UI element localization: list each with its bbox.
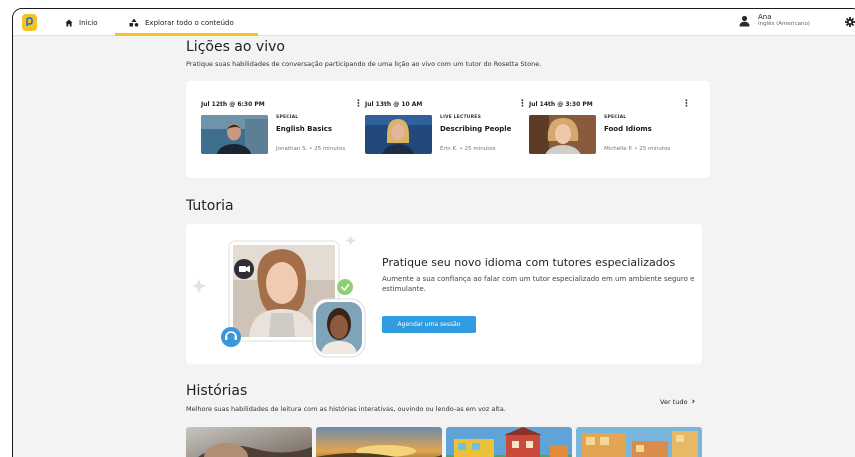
user-info: Ana Inglês (Americano)	[758, 13, 810, 28]
active-tab-indicator	[115, 33, 258, 36]
app-window: Inicio Explorar todo o conteúdo Ana Ingl…	[12, 8, 855, 457]
lesson-tag: SPECIAL	[604, 115, 627, 120]
story-thumbnail-1[interactable]	[186, 427, 312, 457]
lesson-thumbnail	[529, 115, 596, 154]
lesson-card-2[interactable]: Jul 13th @ 10 AM ⋮ LIVE LECTURES Describ…	[365, 99, 527, 171]
nav-explore-label: Explorar todo o conteúdo	[145, 18, 234, 27]
nav-home[interactable]: Inicio	[65, 9, 98, 36]
tutoring-description: Aumente a sua confiança ao falar com um …	[382, 275, 695, 293]
stories-title: Histórias	[186, 383, 248, 399]
tutoring-illustration	[192, 235, 366, 358]
lesson-meta: Jonathan S. • 25 minutos	[276, 146, 346, 152]
lesson-meta: Michelle P. • 25 minutos	[604, 146, 671, 152]
logo-icon	[26, 17, 33, 26]
lesson-name: Food Idioms	[604, 125, 652, 133]
nav-explore[interactable]: Explorar todo o conteúdo	[129, 9, 234, 36]
lesson-tag: LIVE LECTURES	[440, 115, 482, 120]
lesson-card-1[interactable]: Jul 12th @ 6:30 PM ⋮ SPECIAL English Bas…	[201, 99, 363, 171]
tutoring-title: Tutoria	[186, 198, 234, 214]
live-lessons-subtitle: Pratique suas habilidades de conversação…	[186, 60, 542, 68]
user-language: Inglês (Americano)	[758, 21, 810, 27]
explore-shapes-icon	[129, 18, 139, 27]
home-icon	[65, 19, 73, 26]
story-thumbnail-2[interactable]	[316, 427, 442, 457]
lesson-thumbnail	[201, 115, 268, 154]
lesson-name: English Basics	[276, 125, 333, 133]
user-profile[interactable]: Ana Inglês (Americano)	[739, 13, 810, 28]
lesson-date: Jul 14th @ 3:30 PM	[529, 101, 593, 108]
lesson-more-menu-icon[interactable]: ⋮	[682, 99, 691, 109]
stories-subtitle: Melhore suas habilidades de leitura com …	[186, 405, 506, 413]
lesson-more-menu-icon[interactable]: ⋮	[354, 99, 363, 109]
top-bar: Inicio Explorar todo o conteúdo Ana Ingl…	[13, 9, 855, 36]
lesson-more-menu-icon[interactable]: ⋮	[518, 99, 527, 109]
app-logo[interactable]	[22, 14, 37, 31]
lesson-date: Jul 12th @ 6:30 PM	[201, 101, 265, 108]
see-all-label: Ver tudo	[660, 398, 688, 406]
chevron-right-icon: ›	[691, 397, 696, 407]
schedule-session-button[interactable]: Agendar uma sessão	[382, 316, 476, 333]
lesson-meta: Erin K. • 25 minutos	[440, 146, 496, 152]
see-all-stories-link[interactable]: Ver tudo ›	[660, 397, 695, 407]
user-avatar-icon	[739, 15, 750, 26]
story-thumbnail-4[interactable]	[576, 427, 702, 457]
lesson-tag: SPECIAL	[276, 115, 299, 120]
live-lessons-title: Lições ao vivo	[186, 39, 285, 55]
settings-gear-icon[interactable]	[845, 17, 855, 27]
lesson-card-3[interactable]: Jul 14th @ 3:30 PM ⋮ SPECIAL Food Idioms…	[529, 99, 691, 171]
lesson-thumbnail	[365, 115, 432, 154]
lesson-name: Describing People	[440, 125, 512, 133]
lesson-date: Jul 13th @ 10 AM	[365, 101, 423, 108]
nav-home-label: Inicio	[79, 18, 98, 27]
tutoring-heading: Pratique seu novo idioma com tutores esp…	[382, 256, 676, 269]
user-name: Ana	[758, 13, 772, 21]
story-thumbnail-3[interactable]	[446, 427, 572, 457]
